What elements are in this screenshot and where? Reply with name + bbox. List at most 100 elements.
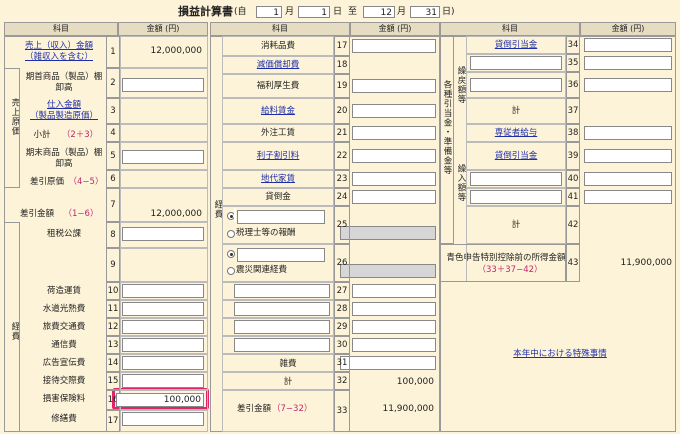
line-number: 13 [107, 340, 119, 350]
line-number: 6 [110, 174, 116, 184]
line-number: 20 [336, 106, 348, 116]
title-open: (自 [234, 7, 247, 17]
taxes-label: 租税公課 [46, 229, 81, 239]
custom-expense-name-input[interactable] [234, 302, 330, 316]
rent-label[interactable]: 地代家賃 [226, 174, 330, 185]
bad_debt-input[interactable] [352, 190, 436, 204]
amount-cell [120, 222, 208, 248]
welfare-input[interactable] [352, 79, 436, 93]
repairs-input[interactable] [122, 412, 204, 426]
month-label: 月 [285, 7, 295, 17]
custom-expense-amount-input[interactable] [352, 338, 436, 352]
salaries-label[interactable]: 給料賃金 [226, 106, 330, 117]
line-number: 30 [336, 340, 348, 350]
line-number: 22 [336, 151, 348, 161]
amount-cell [120, 68, 208, 98]
supplies-input[interactable] [352, 39, 436, 53]
travel-label: 旅費交通費 [42, 322, 86, 332]
opening-stock-label: 期首商品（製品）棚卸高 [25, 72, 103, 93]
line-number: 39 [567, 151, 579, 161]
cost-group-cell [4, 68, 20, 188]
reserve-amount-input[interactable] [584, 38, 672, 52]
reserve-amount-input[interactable] [584, 190, 672, 204]
special-circumstances-link[interactable]: 本年中における特殊事情 [470, 349, 650, 360]
line-number: 10 [107, 286, 119, 296]
outsourcing-input[interactable] [352, 126, 436, 140]
shipping-input[interactable] [122, 284, 204, 298]
line-number: 3 [110, 106, 116, 116]
salaries-input[interactable] [352, 104, 436, 118]
employee-label[interactable]: 専従者給与 [470, 128, 562, 139]
interest-input[interactable] [352, 149, 436, 163]
reserve-amount-input[interactable] [584, 126, 672, 140]
custom-expense-amount-input[interactable] [352, 302, 436, 316]
subtotal-formula: （2＋3） [61, 130, 99, 140]
reserve-amount-input[interactable] [584, 56, 672, 70]
pre-deduction-value: 11,900,000 [620, 258, 672, 268]
end-month-field[interactable]: 12 [363, 6, 395, 18]
line-number: 25 [336, 220, 348, 230]
amount-cell [120, 124, 208, 142]
line-number: 32 [336, 376, 348, 386]
closing-stock-label: 期末商品（製品）棚卸高 [25, 148, 103, 169]
header-amount-1: 金額 (円) [118, 22, 208, 36]
welfare-label: 福利厚生費 [256, 81, 300, 91]
sales-link[interactable]: 売上（収入）金額 （雑収入を含む） [14, 41, 104, 63]
line-number: 7 [110, 200, 116, 210]
line-number: 11 [107, 304, 119, 314]
communication-label: 通信費 [51, 340, 77, 350]
line-number: 4 [110, 128, 116, 138]
line-number: 31 [336, 358, 348, 368]
custom-expense-name-input[interactable] [234, 338, 330, 352]
line-number: 35 [567, 58, 579, 68]
reserve-amount-input[interactable] [584, 149, 672, 163]
custom-expense-amount-input[interactable] [352, 284, 436, 298]
purchases-link[interactable]: 仕入金額 （製品製造原価） [22, 100, 106, 122]
rent-input[interactable] [352, 172, 436, 186]
line-number: 23 [336, 174, 348, 184]
line-number: 33 [336, 406, 348, 416]
amount-cell [120, 98, 208, 124]
entertainment-label: 接待交際費 [42, 376, 86, 386]
utilities-input[interactable] [122, 302, 204, 316]
reserve-name-input[interactable] [470, 172, 562, 186]
communication-input[interactable] [122, 338, 204, 352]
line-number: 40 [567, 174, 579, 184]
insurance-label: 損害保険料 [42, 394, 86, 404]
line-number: 41 [567, 192, 579, 202]
insurance-input[interactable]: 100,000 [116, 393, 204, 407]
custom-expense-name-input[interactable] [234, 320, 330, 334]
row-cell [222, 354, 334, 372]
end-month-label: 月 [397, 7, 407, 17]
row-cell [222, 372, 334, 390]
row-cell [222, 206, 334, 244]
start-day-field[interactable]: 1 [298, 6, 330, 18]
advertising-input[interactable] [122, 356, 204, 370]
to-label: 至 [348, 7, 358, 17]
reserve-amount-input[interactable] [584, 78, 672, 92]
row-cell [222, 244, 334, 282]
reserve-label[interactable]: 貸倒引当金 [470, 151, 562, 162]
cogs-formula: （4−5） [68, 177, 104, 187]
reserve-name-input[interactable] [470, 78, 562, 92]
shipping-label: 荷造運賃 [46, 286, 81, 296]
custom-expense-name-input[interactable] [234, 284, 330, 298]
entertainment-input[interactable] [122, 374, 204, 388]
line-number: 15 [107, 376, 119, 386]
end-day-field[interactable]: 31 [410, 6, 440, 18]
line-number: 36 [567, 80, 579, 90]
line-number: 8 [110, 230, 116, 240]
page-title: 損益計算書 [178, 5, 233, 18]
reserve-label[interactable]: 貸倒引当金 [470, 40, 562, 51]
misc-input[interactable] [340, 356, 436, 370]
reserve-name-input[interactable] [470, 56, 562, 70]
custom-expense-amount-input[interactable] [352, 320, 436, 334]
reserve-amount-input[interactable] [584, 172, 672, 186]
interest-label[interactable]: 利子割引料 [226, 151, 330, 162]
bad_debt-label: 貸倒金 [265, 192, 291, 202]
reserve-name-input[interactable] [470, 190, 562, 204]
line-number: 18 [336, 60, 348, 70]
depreciation-label[interactable]: 減価償却費 [226, 60, 330, 71]
travel-input[interactable] [122, 320, 204, 334]
start-month-field[interactable]: 1 [256, 6, 282, 18]
